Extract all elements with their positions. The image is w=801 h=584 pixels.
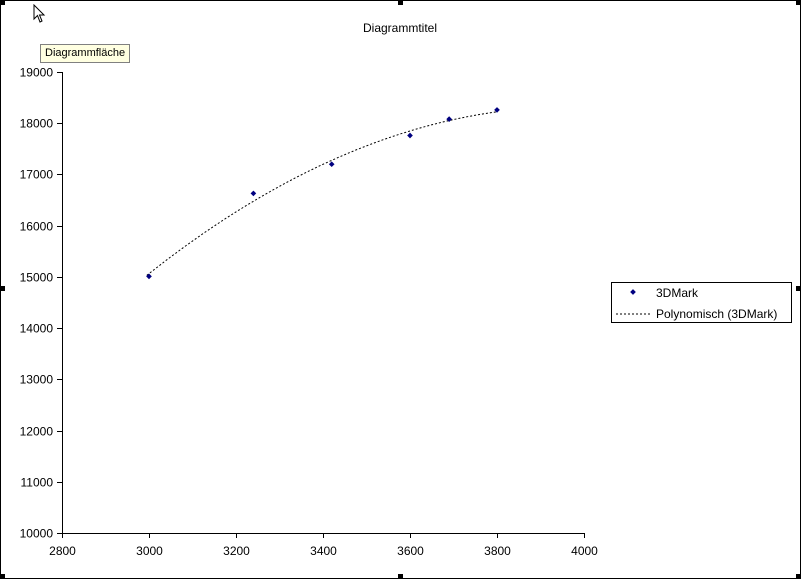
y-tick-label: 11000	[21, 476, 54, 490]
handle-top-left[interactable]	[0, 0, 5, 5]
chart-title[interactable]: Diagrammtitel	[363, 21, 437, 35]
legend-label-3dmark: 3DMark	[656, 286, 699, 300]
handle-middle-left[interactable]	[0, 286, 5, 291]
y-tick-label: 14000	[20, 322, 54, 336]
x-tick-label: 3600	[397, 544, 424, 558]
handle-bottom-right[interactable]	[796, 574, 801, 579]
handle-top-center[interactable]	[398, 0, 403, 5]
y-tick-label: 13000	[20, 373, 54, 387]
handle-bottom-left[interactable]	[0, 574, 5, 579]
chart-svg: Diagrammtitel 2800 3000 3200 3400 3600 3800 40…	[0, 0, 801, 579]
y-tick-label: 17000	[20, 168, 54, 182]
handle-middle-right[interactable]	[796, 286, 801, 291]
legend[interactable]: 3DMark Polynomisch (3DMark)	[611, 282, 792, 323]
y-tick-label: 16000	[20, 220, 54, 234]
legend-label-trend: Polynomisch (3DMark)	[656, 307, 777, 321]
y-tick-label: 12000	[20, 425, 54, 439]
x-tick-label: 3200	[223, 544, 250, 558]
chart-area[interactable]: Diagrammtitel 2800 3000 3200 3400 3600 3800 40…	[0, 0, 801, 579]
y-tick-label: 18000	[20, 117, 54, 131]
mouse-cursor-icon	[33, 4, 46, 23]
x-tick-label: 3800	[484, 544, 511, 558]
tooltip-diagrammflaeche: Diagrammfläche	[40, 44, 131, 63]
x-tick-label: 4000	[571, 544, 598, 558]
y-tick-label: 15000	[20, 271, 54, 285]
x-tick-label: 3400	[310, 544, 337, 558]
handle-bottom-center[interactable]	[398, 574, 403, 579]
x-tick-label: 3000	[136, 544, 163, 558]
y-tick-label: 10000	[20, 527, 54, 541]
handle-top-right[interactable]	[796, 0, 801, 5]
y-tick-label: 19000	[20, 66, 54, 80]
x-tick-label: 2800	[49, 544, 76, 558]
